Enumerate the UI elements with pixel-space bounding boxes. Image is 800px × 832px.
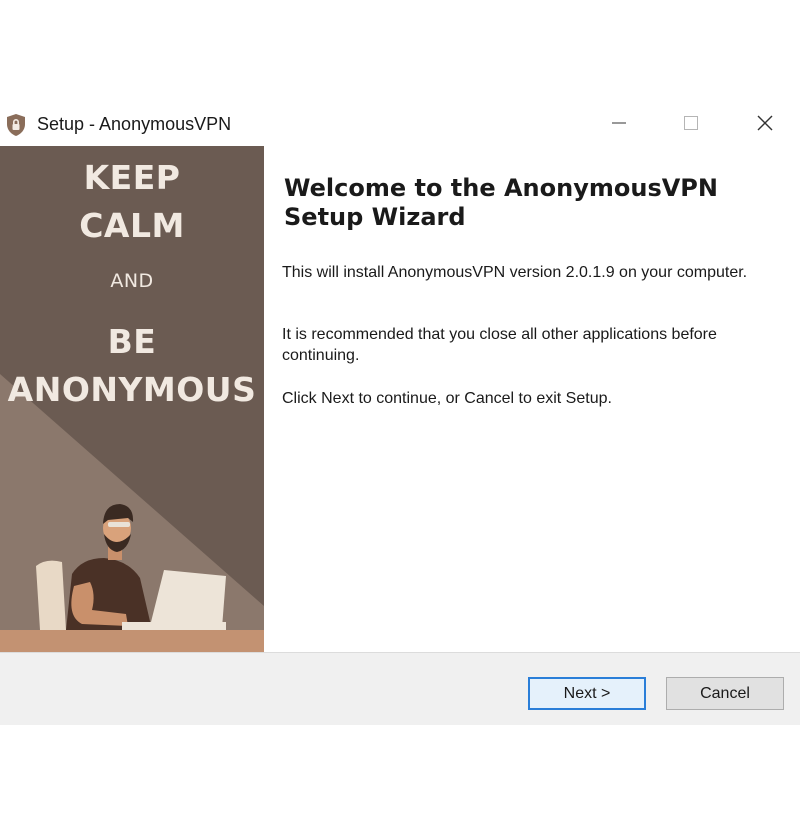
banner-text-anonymous: ANONYMOUS	[7, 370, 257, 409]
minimize-icon	[611, 115, 627, 136]
cancel-button[interactable]: Cancel	[666, 677, 784, 710]
maximize-icon	[683, 115, 699, 136]
shield-lock-icon	[4, 113, 28, 137]
close-icon	[756, 114, 774, 137]
banner-text-be: BE	[107, 322, 157, 361]
title-bar: Setup - AnonymousVPN	[0, 104, 800, 146]
close-button[interactable]	[740, 104, 790, 146]
next-button[interactable]: Next >	[528, 677, 646, 710]
minimize-button[interactable]	[594, 104, 644, 146]
welcome-heading: Welcome to the AnonymousVPN Setup Wizard	[284, 174, 718, 231]
install-info-text: This will install AnonymousVPN version 2…	[282, 264, 748, 281]
maximize-button[interactable]	[666, 104, 716, 146]
setup-window: Setup - AnonymousVPN KEEP CALM AND BE AN…	[0, 104, 800, 725]
banner-text-calm: CALM	[79, 206, 185, 245]
close-apps-text: It is recommended that you close all oth…	[282, 326, 717, 364]
window-title: Setup - AnonymousVPN	[37, 114, 232, 134]
button-bar: Next > Cancel	[0, 652, 800, 725]
banner-text-keep: KEEP	[83, 158, 181, 197]
continue-instructions-text: Click Next to continue, or Cancel to exi…	[282, 390, 612, 407]
wizard-content: Welcome to the AnonymousVPN Setup Wizard…	[264, 146, 800, 652]
banner-text-and: AND	[110, 270, 154, 292]
wizard-banner: KEEP CALM AND BE ANONYMOUS	[0, 146, 264, 652]
